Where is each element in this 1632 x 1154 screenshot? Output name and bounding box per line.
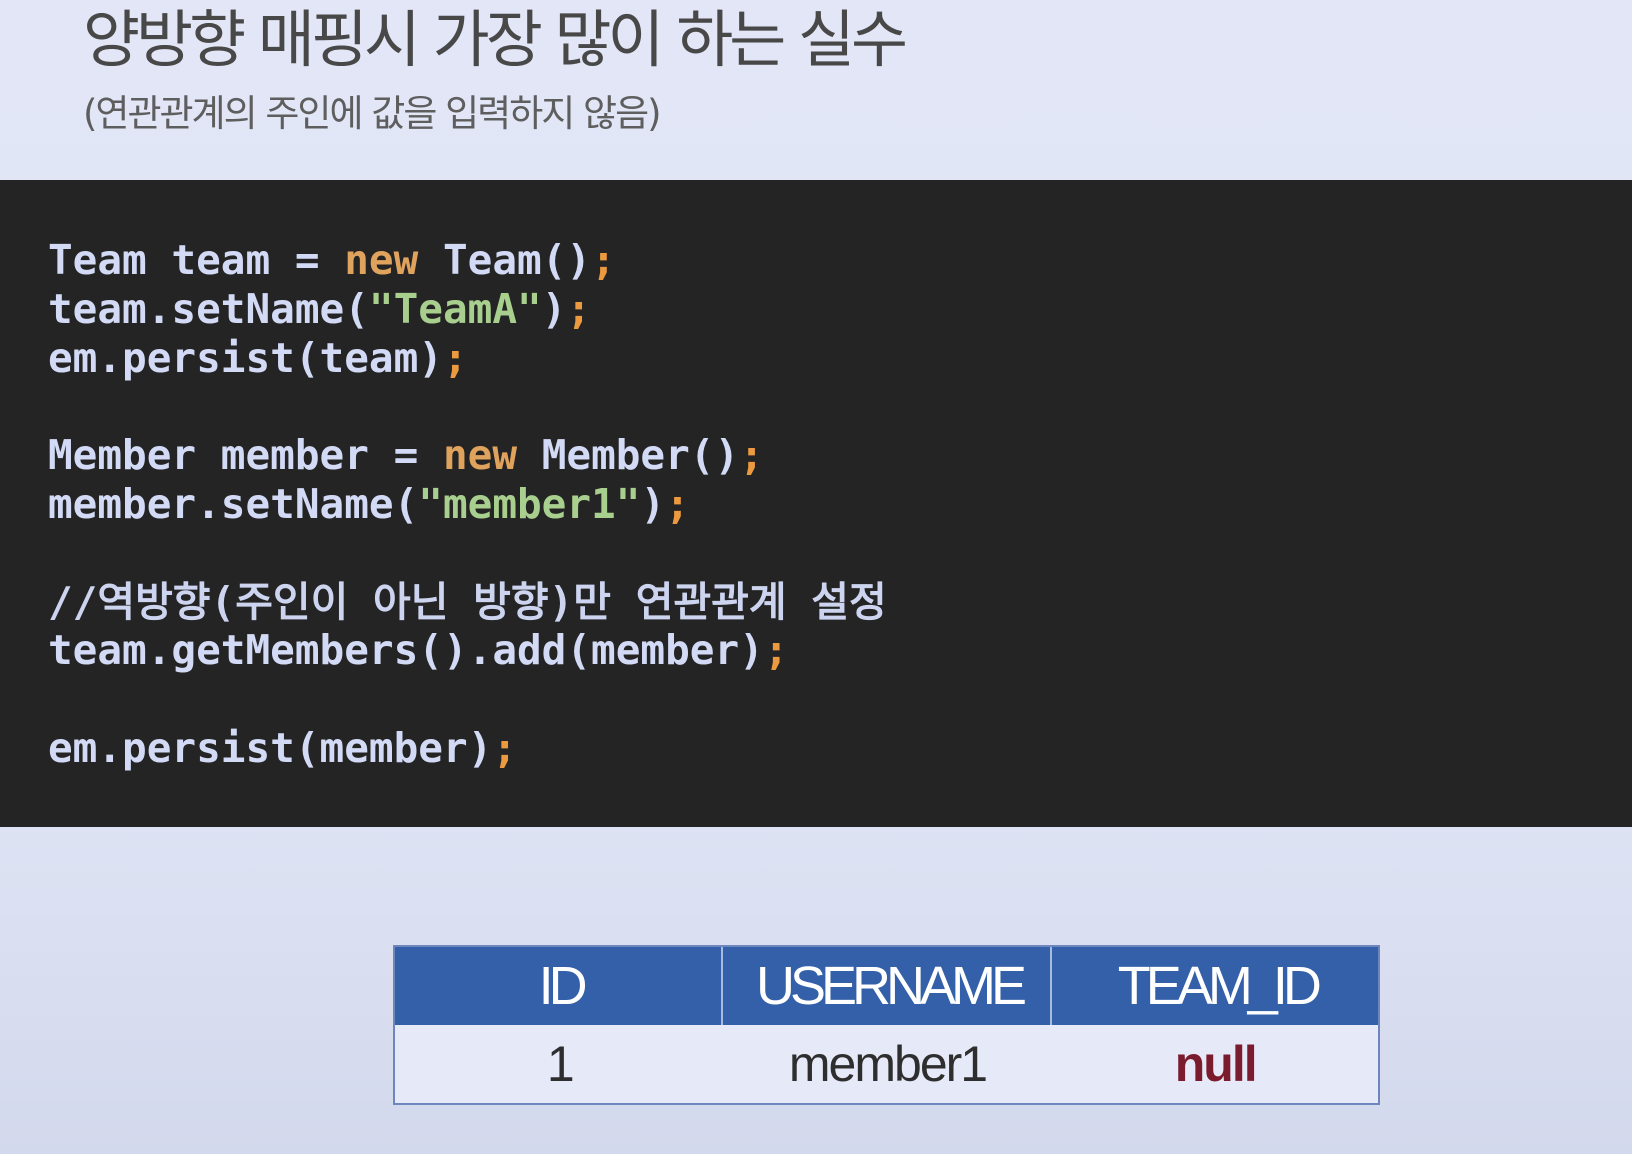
code-text: Member member = (48, 431, 443, 480)
table-cell-team-id: null (1174, 1036, 1258, 1092)
code-text: member.setName( (48, 479, 419, 528)
slide: 양방향 매핑시 가장 많이 하는 실수 (연관관계의 주인에 값을 입력하지 않… (0, 0, 1632, 1154)
code-line: member.setName( "member1" ) ; (48, 480, 1632, 529)
code-line: //역방향(주인이 아닌 방향)만 연관관계 설정 (48, 578, 1632, 627)
keyword-new: new (344, 236, 419, 284)
code-text: ) (541, 284, 567, 333)
code-line: em.persist(team) ; (48, 334, 1632, 383)
code-line: Member member = new Member() ; (48, 431, 1632, 480)
member-table: ID USERNAME TEAM_ID 1 member1 null (393, 945, 1380, 1105)
code-text: team.setName( (48, 284, 369, 333)
semicolon: ; (739, 431, 764, 480)
code-comment: //역방향(주인이 아닌 방향)만 연관관계 설정 (48, 577, 887, 626)
code-text: ) (640, 479, 666, 528)
semicolon: ; (665, 479, 690, 528)
table-header-id: ID (538, 956, 588, 1016)
code-line: team.setName( "TeamA" ) ; (48, 285, 1632, 334)
string-literal: "member1" (418, 479, 641, 528)
semicolon: ; (763, 626, 789, 675)
code-line: em.persist(member) ; (48, 724, 1632, 773)
string-literal: "TeamA" (368, 284, 542, 333)
slide-subtitle: (연관관계의 주인에 값을 입력하지 않음) (83, 92, 662, 135)
code-text: em.persist(member) (48, 723, 493, 772)
code-text: team.getMembers().add(member) (48, 626, 764, 675)
table-cell-id: 1 (546, 1036, 575, 1092)
code-line: Team team = new Team() ; (48, 236, 1632, 285)
code-text: em.persist(team) (48, 333, 443, 382)
table-header-team-id: TEAM_ID (1049, 947, 1378, 1025)
table-cell-username: member1 (788, 1036, 988, 1092)
table-header-row: ID USERNAME TEAM_ID (395, 947, 1378, 1025)
keyword-new: new (442, 431, 518, 480)
table-row: 1 member1 null (395, 1025, 1378, 1103)
table-header-username: USERNAME (721, 947, 1049, 1025)
slide-title: 양방향 매핑시 가장 많이 하는 실수 (83, 3, 908, 76)
semicolon: ; (442, 333, 468, 382)
code-line: team.getMembers().add(member) ; (48, 626, 1632, 675)
code-text: Team() (418, 236, 592, 284)
code-text: Member() (517, 431, 740, 480)
semicolon: ; (566, 284, 592, 333)
code-text: Team team = (48, 236, 345, 284)
semicolon: ; (591, 236, 616, 284)
semicolon: ; (492, 723, 518, 772)
code-block: Team team = new Team() ; team.setName( "… (0, 180, 1632, 827)
